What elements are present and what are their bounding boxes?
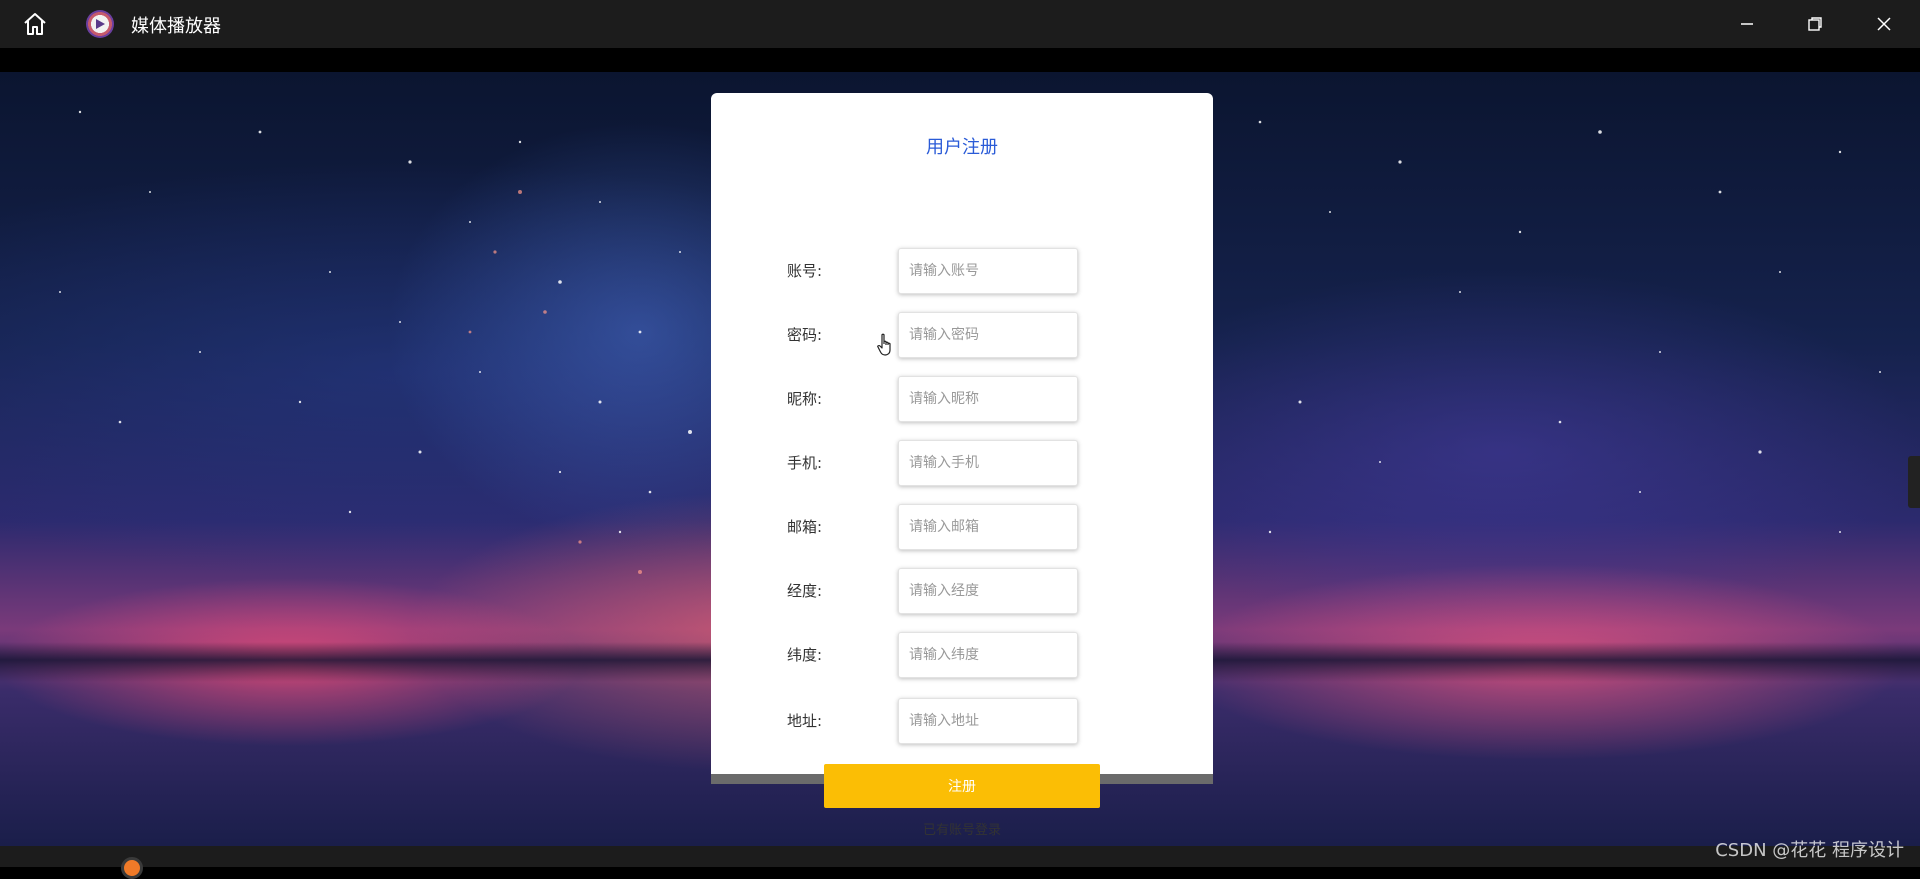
close-button[interactable]	[1864, 8, 1904, 40]
field-account: 账号:	[787, 248, 1127, 294]
field-longitude: 经度:	[787, 568, 1127, 614]
close-icon	[1877, 17, 1891, 31]
register-card: 用户注册 账号: 密码: 昵称: 手机: 邮箱: 经度: 纬度:	[711, 93, 1213, 783]
field-email: 邮箱:	[787, 504, 1127, 550]
field-label: 昵称:	[787, 390, 823, 408]
field-label: 地址:	[787, 712, 823, 730]
seek-thumb[interactable]	[121, 857, 143, 879]
password-input[interactable]	[898, 312, 1078, 358]
title-bar: 媒体播放器	[0, 0, 1920, 48]
field-password: 密码:	[787, 312, 1127, 358]
field-label: 手机:	[787, 454, 823, 472]
field-label: 邮箱:	[787, 518, 823, 536]
field-phone: 手机:	[787, 440, 1127, 486]
field-label: 密码:	[787, 326, 823, 344]
restore-icon	[1808, 17, 1822, 31]
field-latitude: 纬度:	[787, 632, 1127, 678]
side-panel-handle[interactable]	[1908, 456, 1920, 508]
nickname-input[interactable]	[898, 376, 1078, 422]
home-icon[interactable]	[20, 10, 50, 38]
field-label: 经度:	[787, 582, 823, 600]
minimize-icon	[1741, 23, 1753, 25]
hand-cursor-icon	[876, 333, 896, 361]
field-label: 账号:	[787, 262, 823, 280]
longitude-input[interactable]	[898, 568, 1078, 614]
address-input[interactable]	[898, 698, 1078, 744]
login-link[interactable]: 已有账号登录	[711, 819, 1213, 838]
email-input[interactable]	[898, 504, 1078, 550]
latitude-input[interactable]	[898, 632, 1078, 678]
form-title: 用户注册	[926, 137, 998, 158]
minimize-button[interactable]	[1727, 8, 1767, 40]
phone-input[interactable]	[898, 440, 1078, 486]
media-player-icon	[86, 10, 114, 38]
window-title: 媒体播放器	[131, 16, 221, 37]
field-nickname: 昵称:	[787, 376, 1127, 422]
register-button[interactable]: 注册	[824, 764, 1100, 808]
watermark: CSDN @花花 程序设计	[1715, 840, 1904, 861]
toolbar-strip	[0, 48, 1920, 72]
account-input[interactable]	[898, 248, 1078, 294]
field-label: 纬度:	[787, 646, 823, 664]
player-controls	[0, 846, 1920, 867]
restore-button[interactable]	[1795, 8, 1835, 40]
field-address: 地址:	[787, 698, 1127, 744]
